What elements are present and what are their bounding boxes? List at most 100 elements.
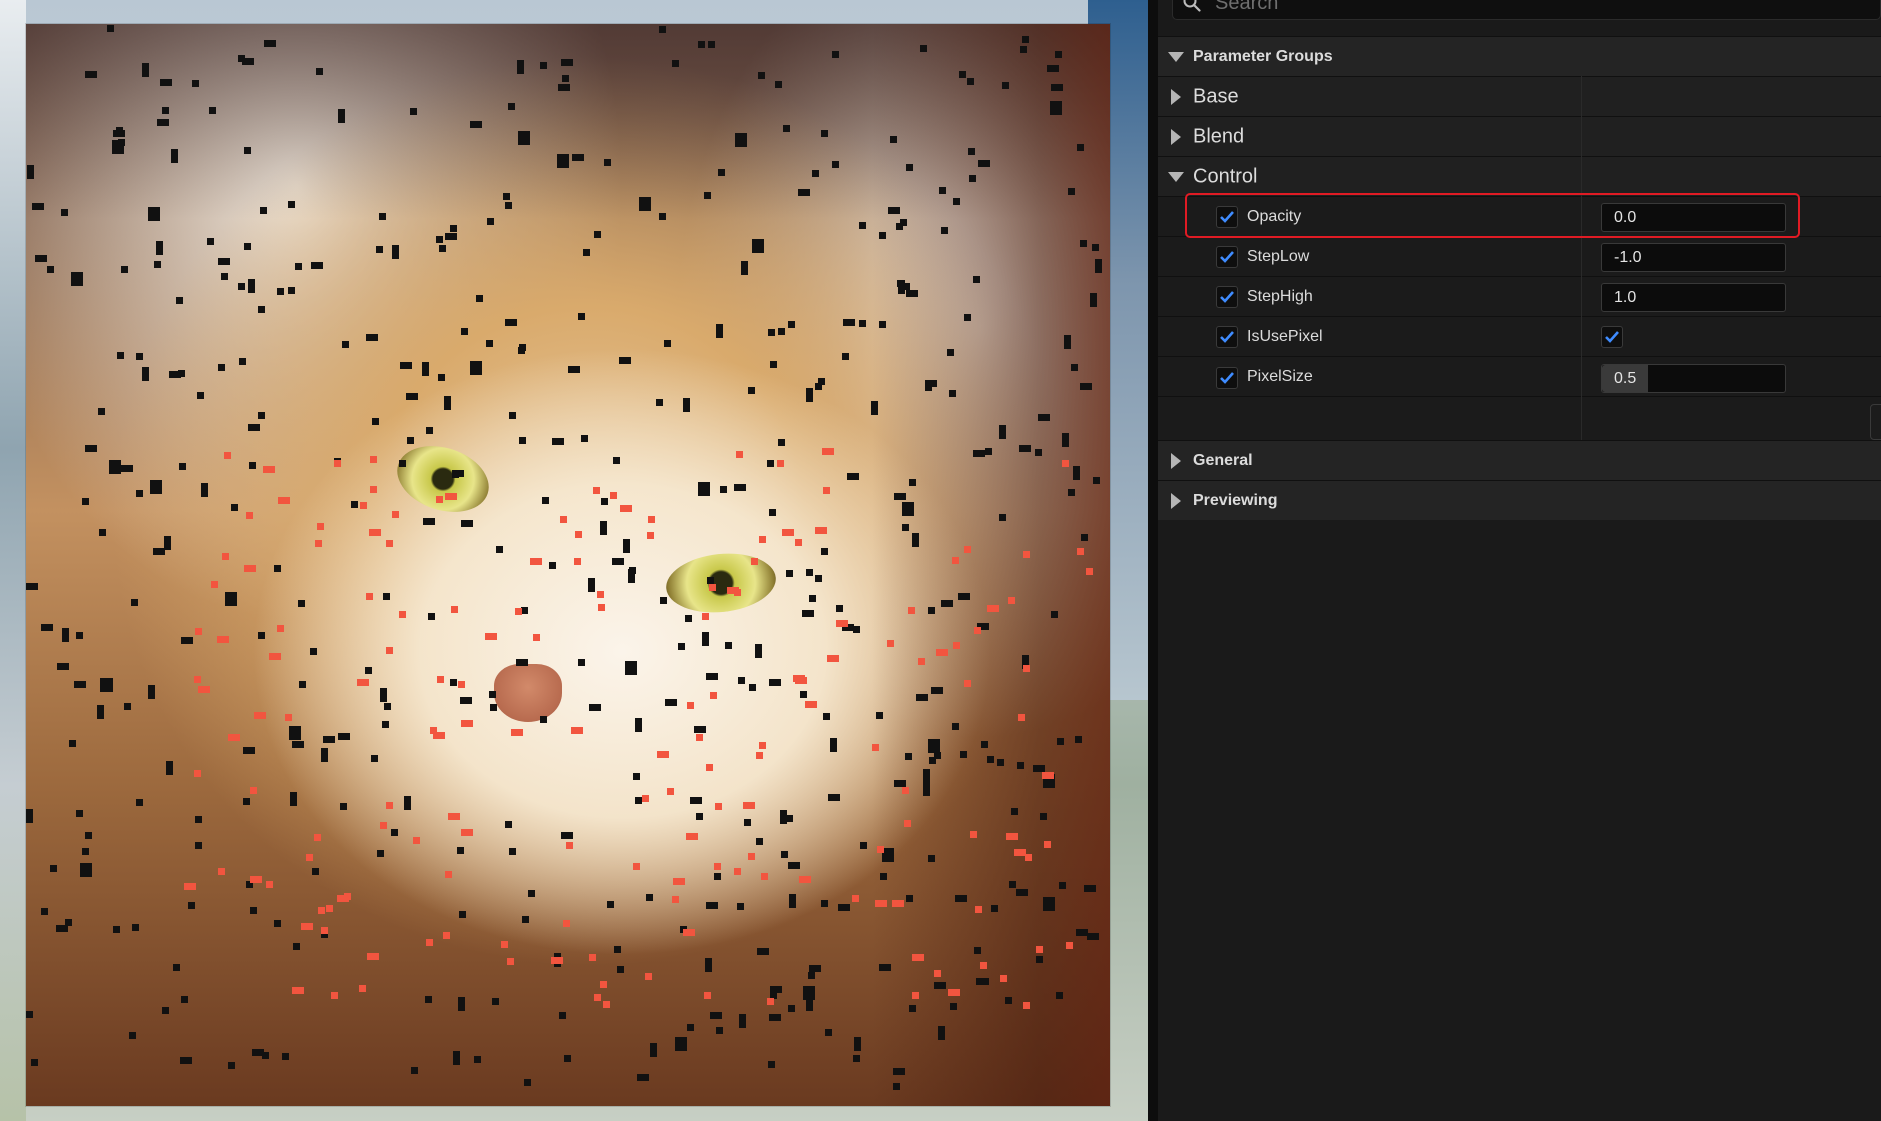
noise-pixel-dark <box>786 815 793 822</box>
noise-pixel-dark <box>879 232 886 239</box>
param-enable-checkbox-opacity[interactable] <box>1216 206 1238 228</box>
noise-pixel-red <box>285 714 292 721</box>
noise-pixel-dark <box>162 107 169 114</box>
noise-pixel-dark <box>376 246 383 253</box>
noise-pixel-dark <box>76 810 83 817</box>
search-input[interactable] <box>1215 0 1815 18</box>
param-enable-checkbox-stephigh[interactable] <box>1216 286 1238 308</box>
noise-pixel-red <box>195 628 202 635</box>
noise-pixel-dark <box>164 536 171 550</box>
chevron-down-icon <box>1168 51 1184 62</box>
noise-pixel-red <box>380 822 387 829</box>
noise-pixel-dark <box>262 1052 269 1059</box>
noise-pixel-dark <box>444 396 451 410</box>
group-base[interactable]: Base <box>1158 76 1881 116</box>
noise-pixel-red <box>815 527 827 534</box>
noise-pixel-dark <box>258 306 265 313</box>
noise-pixel-dark <box>264 40 276 47</box>
reset-button[interactable] <box>1870 404 1881 440</box>
stephigh-value-field[interactable]: 1.0 <box>1601 283 1786 312</box>
noise-pixel-dark <box>486 340 493 347</box>
noise-pixel-red <box>224 452 231 459</box>
param-enable-checkbox-isusepixel[interactable] <box>1216 326 1238 348</box>
noise-pixel-dark <box>635 797 642 804</box>
noise-pixel-dark <box>929 757 936 764</box>
noise-pixel-red <box>1036 946 1043 953</box>
noise-pixel-dark <box>660 597 667 604</box>
noise-pixel-dark <box>572 154 584 161</box>
isusepixel-value-checkbox[interactable] <box>1601 326 1623 348</box>
noise-pixel-red <box>317 523 324 530</box>
param-enable-checkbox-pixelsize[interactable] <box>1216 367 1238 389</box>
noise-pixel-red <box>222 553 229 560</box>
noise-pixel-dark <box>117 352 124 359</box>
noise-pixel-red <box>575 531 582 538</box>
noise-pixel-dark <box>876 712 883 719</box>
opacity-value-field[interactable]: 0.0 <box>1601 203 1786 232</box>
noise-pixel-dark <box>439 245 446 252</box>
noise-pixel-dark <box>678 643 685 650</box>
steplow-value-field[interactable]: -1.0 <box>1601 243 1786 272</box>
opacity-value: 0.0 <box>1614 209 1637 226</box>
noise-pixel-red <box>743 802 755 809</box>
noise-pixel-dark <box>231 504 238 511</box>
noise-pixel-dark <box>950 1003 957 1010</box>
noise-pixel-dark <box>35 255 47 262</box>
noise-pixel-dark <box>97 705 104 719</box>
noise-pixel-dark <box>411 1067 418 1074</box>
checkmark-icon <box>1220 372 1234 384</box>
column-splitter[interactable] <box>1581 76 1582 440</box>
param-enable-checkbox-steplow[interactable] <box>1216 246 1238 268</box>
section-previewing[interactable]: Previewing <box>1158 480 1881 520</box>
noise-pixel-dark <box>1076 929 1088 936</box>
noise-pixel-dark <box>714 873 721 880</box>
noise-pixel-dark <box>1081 534 1088 541</box>
material-preview-viewport[interactable] <box>0 0 1148 1121</box>
panel-divider[interactable] <box>1148 0 1158 1121</box>
noise-pixel-dark <box>770 992 777 999</box>
group-control[interactable]: Control <box>1158 156 1881 196</box>
noise-pixel-dark <box>905 753 912 760</box>
section-general[interactable]: General <box>1158 440 1881 480</box>
pixelsize-slider-field[interactable]: 0.5 <box>1601 364 1786 393</box>
checkmark-icon <box>1220 251 1234 263</box>
noise-pixel-red <box>571 727 583 734</box>
search-box[interactable] <box>1172 0 1881 20</box>
noise-pixel-dark <box>832 161 839 168</box>
noise-pixel-dark <box>445 233 457 240</box>
noise-pixel-dark <box>737 903 744 910</box>
noise-pixel-dark <box>1062 433 1069 447</box>
section-previewing-label: Previewing <box>1193 491 1278 509</box>
noise-pixel-red <box>706 764 713 771</box>
noise-pixel-dark <box>450 225 457 232</box>
noise-pixel-red <box>337 895 349 902</box>
noise-pixel-red <box>748 853 755 860</box>
noise-pixel-dark <box>372 418 379 425</box>
noise-pixel-dark <box>423 518 435 525</box>
noise-pixel-dark <box>490 704 497 711</box>
noise-pixel-dark <box>505 319 517 326</box>
noise-pixel-dark <box>524 1079 531 1086</box>
group-blend[interactable]: Blend <box>1158 116 1881 156</box>
parameter-groups-header[interactable]: Parameter Groups <box>1158 36 1881 76</box>
noise-pixel-red <box>908 607 915 614</box>
noise-pixel-red <box>370 486 377 493</box>
param-row-spacer <box>1158 396 1881 440</box>
noise-pixel-dark <box>821 900 828 907</box>
noise-pixel-red <box>974 627 981 634</box>
noise-pixel-dark <box>1056 992 1063 999</box>
noise-pixel-dark <box>836 605 843 612</box>
noise-pixel-red <box>594 994 601 1001</box>
noise-pixel-dark <box>516 659 528 666</box>
noise-pixel-dark <box>552 438 564 445</box>
noise-pixel-red <box>292 987 304 994</box>
param-row-isusepixel: IsUsePixel <box>1158 316 1881 356</box>
noise-pixel-dark <box>802 610 814 617</box>
noise-pixel-dark <box>788 321 795 328</box>
noise-pixel-red <box>250 876 262 883</box>
noise-pixel-dark <box>32 203 44 210</box>
noise-pixel-red <box>777 460 784 467</box>
noise-pixel-dark <box>960 751 967 758</box>
noise-pixel-dark <box>404 796 411 810</box>
noise-pixel-dark <box>788 862 800 869</box>
